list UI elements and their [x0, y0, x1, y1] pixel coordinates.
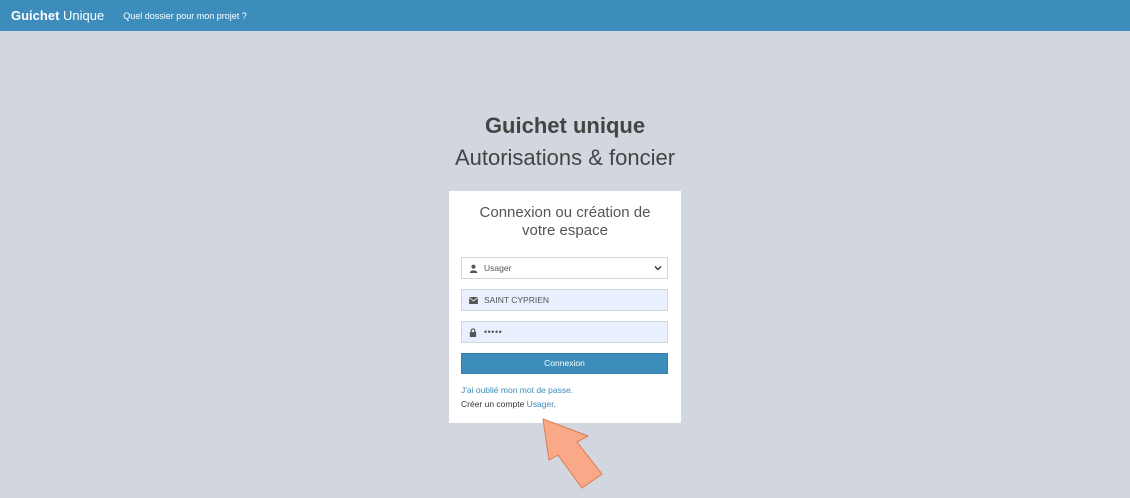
forgot-password-link[interactable]: J'ai oublié mon mot de passe. — [461, 385, 573, 395]
email-field-value: SAINT CYPRIEN — [484, 295, 550, 305]
create-account-line: Créer un compte Usager. — [461, 399, 556, 409]
chevron-down-icon — [653, 265, 663, 271]
login-box: Connexion ou création de votre espace Us… — [449, 191, 681, 423]
top-navbar: Guichet Unique Quel dossier pour mon pro… — [0, 0, 1130, 31]
brand-light: Unique — [59, 8, 105, 23]
password-field-value: ••••• — [484, 327, 503, 337]
profile-select[interactable]: Usager — [461, 257, 668, 279]
page-subtitle: Autorisations & foncier — [454, 145, 676, 170]
email-field[interactable]: SAINT CYPRIEN — [461, 289, 668, 311]
create-account-usager-link[interactable]: Usager — [527, 399, 554, 409]
login-box-message: Connexion ou création de votre espace — [479, 204, 651, 239]
envelope-icon — [468, 295, 478, 305]
connexion-button[interactable]: Connexion — [461, 353, 668, 374]
page-title: Guichet unique — [484, 113, 646, 138]
nav-link-project[interactable]: Quel dossier pour mon projet ? — [123, 11, 247, 21]
profile-select-value: Usager — [484, 263, 512, 273]
create-account-suffix: . — [553, 399, 556, 409]
brand-bold: Guichet — [11, 8, 60, 23]
brand-logo[interactable]: Guichet Unique — [11, 8, 104, 23]
lock-icon — [468, 327, 478, 337]
forgot-line: J'ai oublié mon mot de passe. — [461, 385, 573, 395]
password-field[interactable]: ••••• — [461, 321, 668, 343]
create-account-prefix: Créer un compte — [461, 399, 527, 409]
user-icon — [468, 263, 478, 273]
